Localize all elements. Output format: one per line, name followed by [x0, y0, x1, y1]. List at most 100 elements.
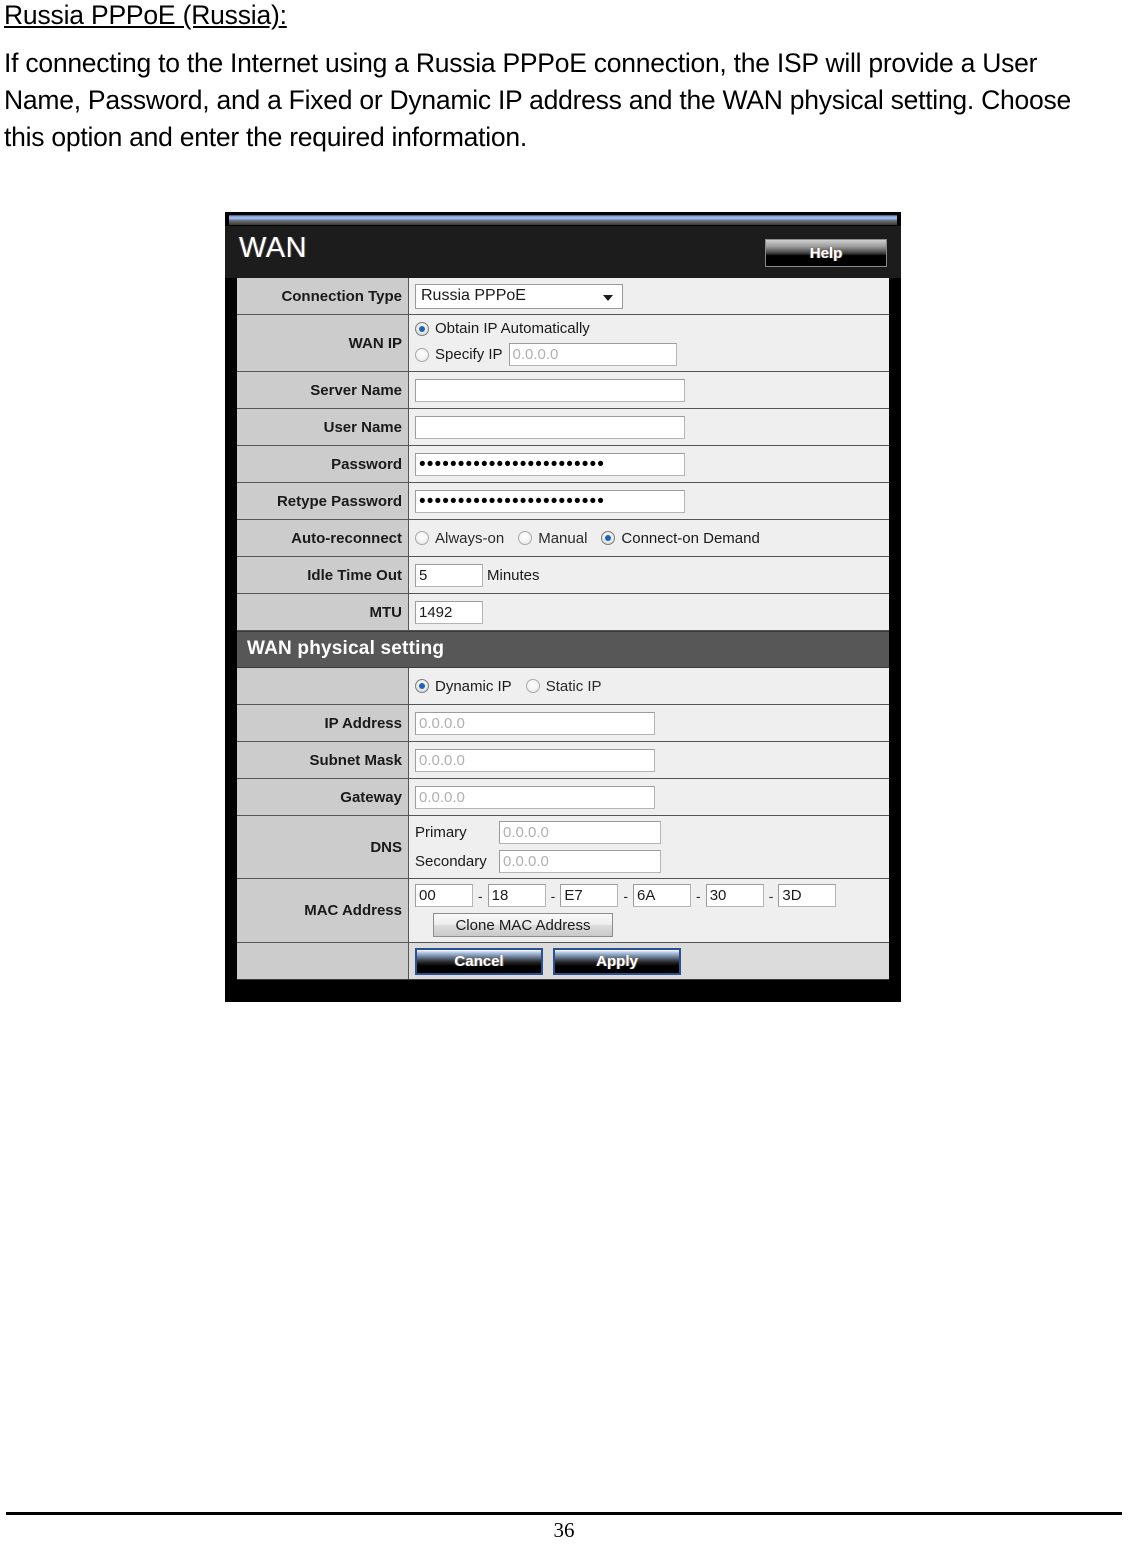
wan-ip-label: WAN IP: [237, 315, 409, 371]
dns-primary-label: Primary: [415, 824, 467, 841]
user-name-value: [409, 409, 889, 445]
help-button[interactable]: Help: [765, 239, 887, 267]
idle-time-out-unit: Minutes: [487, 566, 540, 584]
mac-octet-3[interactable]: [560, 884, 619, 907]
section-paragraph: If connecting to the Internet using a Ru…: [4, 48, 1071, 152]
dns-secondary-label: Secondary: [415, 853, 487, 870]
gateway-input[interactable]: [415, 785, 655, 809]
dns-secondary-line: Secondary: [415, 850, 661, 873]
row-retype-password: Retype Password ••••••••••••••••••••••••: [237, 483, 889, 520]
specify-ip-input[interactable]: [508, 343, 677, 366]
server-name-value: [409, 372, 889, 408]
mac-separator: -: [478, 887, 483, 904]
mac-separator: -: [696, 887, 701, 904]
user-name-label: User Name: [237, 409, 409, 445]
row-server-name: Server Name: [237, 372, 889, 409]
wan-physical-setting-header: WAN physical setting: [237, 631, 889, 668]
password-input[interactable]: ••••••••••••••••••••••••: [415, 452, 685, 476]
idle-time-out-input[interactable]: [415, 563, 483, 587]
auto-reconnect-value: Always-on Manual Connect-on Demand: [409, 520, 889, 556]
row-actions: Cancel Apply: [237, 943, 889, 979]
radio-off-icon: [415, 531, 429, 545]
mac-octet-6[interactable]: [778, 884, 837, 907]
radio-obtain-ip-automatically[interactable]: Obtain IP Automatically: [415, 320, 590, 337]
mtu-value: [409, 594, 889, 630]
row-auto-reconnect: Auto-reconnect Always-on Manual Connect-…: [237, 520, 889, 557]
radio-manual[interactable]: Manual: [518, 530, 587, 547]
actions-value: Cancel Apply: [409, 943, 889, 979]
gateway-value: [409, 779, 889, 815]
server-name-input[interactable]: [415, 378, 685, 402]
router-wan-screenshot: WAN Help Connection Type Russia PPPoE WA…: [225, 212, 901, 1002]
mac-separator: -: [768, 887, 774, 904]
panel-titlebar: WAN Help: [225, 226, 901, 278]
radio-static-ip-label: Static IP: [545, 677, 602, 695]
retype-password-input[interactable]: ••••••••••••••••••••••••: [415, 489, 685, 513]
row-mtu: MTU: [237, 594, 889, 631]
radio-always-on[interactable]: Always-on: [415, 530, 504, 547]
apply-button[interactable]: Apply: [553, 947, 681, 975]
actions-label-spacer: [237, 943, 409, 979]
connection-type-selected: Russia PPPoE: [421, 287, 526, 304]
radio-static-ip[interactable]: Static IP: [525, 677, 602, 695]
idle-time-out-label: Idle Time Out: [237, 557, 409, 593]
mac-octet-5[interactable]: [705, 884, 764, 907]
retype-password-label: Retype Password: [237, 483, 409, 519]
radio-obtain-ip-automatically-label: Obtain IP Automatically: [435, 320, 590, 337]
cancel-button[interactable]: Cancel: [415, 947, 543, 975]
gateway-label: Gateway: [237, 779, 409, 815]
radio-off-icon: [518, 531, 533, 545]
mac-octet-1[interactable]: [415, 884, 473, 907]
row-password: Password ••••••••••••••••••••••••: [237, 446, 889, 483]
idle-time-out-value: Minutes: [409, 557, 889, 593]
mac-octet-4[interactable]: [633, 884, 692, 907]
row-idle-time-out: Idle Time Out Minutes: [237, 557, 889, 594]
radio-on-icon: [601, 531, 616, 545]
dns-primary-input[interactable]: [499, 821, 661, 844]
connection-type-select[interactable]: Russia PPPoE: [415, 283, 623, 309]
password-label: Password: [237, 446, 409, 482]
dns-value: Primary Secondary: [409, 816, 889, 878]
row-dns: DNS Primary Secondary: [237, 816, 889, 879]
physical-mode-value: Dynamic IP Static IP: [409, 668, 889, 704]
radio-dynamic-ip-label: Dynamic IP: [435, 677, 512, 695]
chevron-down-icon: [603, 294, 613, 301]
row-connection-type: Connection Type Russia PPPoE: [237, 278, 889, 315]
auto-reconnect-label: Auto-reconnect: [237, 520, 409, 556]
ip-address-value: [409, 705, 889, 741]
ip-address-input[interactable]: [415, 711, 655, 735]
password-value: ••••••••••••••••••••••••: [409, 446, 889, 482]
wan-ip-value: Obtain IP Automatically Specify IP: [409, 315, 889, 371]
footer-divider: [6, 1512, 1122, 1515]
apply-button-label: Apply: [596, 953, 638, 970]
radio-connect-on-demand-label: Connect-on Demand: [621, 529, 760, 547]
radio-on-icon: [415, 321, 429, 336]
wan-ip-auto-line: Obtain IP Automatically: [415, 320, 604, 337]
help-button-label: Help: [809, 245, 843, 262]
radio-connect-on-demand[interactable]: Connect-on Demand: [601, 529, 760, 547]
retype-password-value: ••••••••••••••••••••••••: [409, 483, 889, 519]
dns-primary-line: Primary: [415, 821, 661, 844]
radio-specify-ip-label: Specify IP: [435, 346, 503, 363]
user-name-input[interactable]: [415, 415, 685, 439]
row-ip-address: IP Address: [237, 705, 889, 742]
wan-ip-specify-line: Specify IP: [415, 343, 677, 366]
subnet-mask-value: [409, 742, 889, 778]
row-mac-address: MAC Address - - - - - Clone MAC Address: [237, 879, 889, 943]
subnet-mask-label: Subnet Mask: [237, 742, 409, 778]
radio-specify-ip[interactable]: Specify IP: [415, 346, 503, 363]
subnet-mask-input[interactable]: [415, 748, 655, 772]
mtu-input[interactable]: [415, 600, 483, 624]
dns-secondary-input[interactable]: [499, 850, 661, 873]
radio-dynamic-ip[interactable]: Dynamic IP: [415, 678, 512, 695]
page-title: WAN: [239, 232, 308, 264]
mac-separator: -: [623, 887, 629, 904]
connection-type-value: Russia PPPoE: [409, 278, 889, 314]
row-wan-ip: WAN IP Obtain IP Automatically Specify I…: [237, 315, 889, 372]
radio-always-on-label: Always-on: [435, 529, 505, 547]
row-subnet-mask: Subnet Mask: [237, 742, 889, 779]
clone-mac-address-button[interactable]: Clone MAC Address: [433, 913, 613, 937]
mac-octet-2[interactable]: [487, 884, 546, 907]
section-heading: Russia PPPoE (Russia):: [4, 0, 287, 30]
physical-mode-options: Dynamic IP Static IP: [415, 678, 616, 695]
